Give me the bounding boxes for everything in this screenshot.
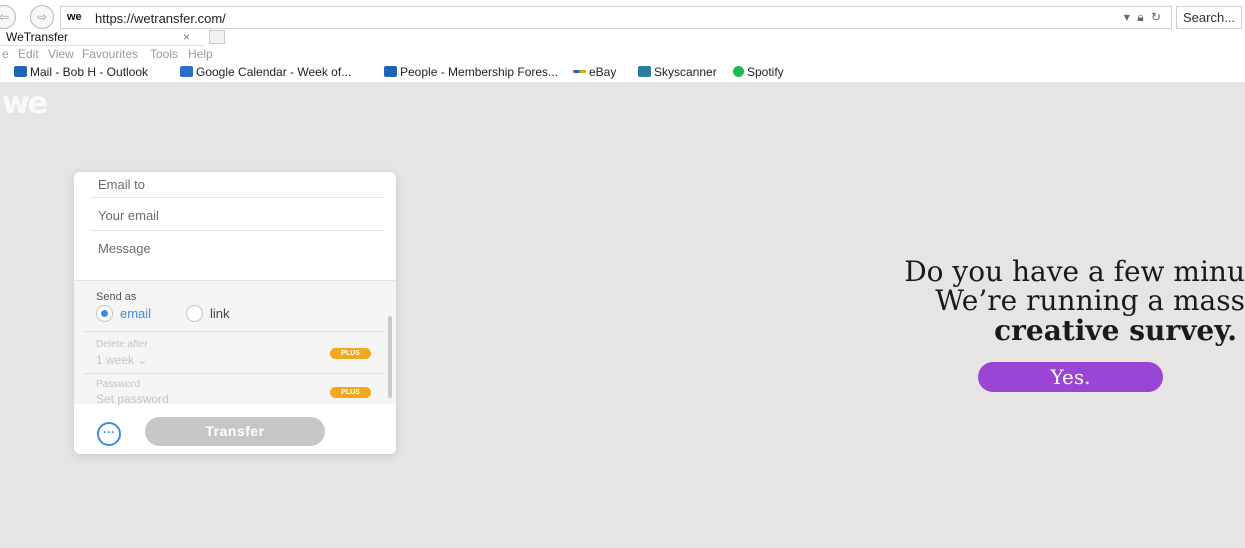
- message-field[interactable]: Message: [98, 241, 384, 256]
- menu-favourites[interactable]: Favourites: [82, 47, 138, 61]
- address-bar-controls: ▾ 🔒︎ ↻: [1124, 10, 1161, 25]
- favorite-label: Spotify: [747, 65, 784, 79]
- tab-title: WeTransfer: [6, 30, 69, 44]
- address-bar-row: ⇦ ⇨ we https://wetransfer.com/ ▾ 🔒︎ ↻ Se…: [0, 0, 1245, 30]
- email-to-field[interactable]: Email to: [98, 177, 384, 192]
- transfer-button[interactable]: Transfer: [145, 417, 325, 446]
- menu-tools[interactable]: Tools: [150, 47, 178, 61]
- lock-icon[interactable]: 🔒︎: [1137, 10, 1143, 24]
- divider: [84, 331, 384, 332]
- transfer-options: Send as email link Delete after 1 week ⌄…: [74, 280, 396, 406]
- back-icon[interactable]: ⇦: [0, 5, 16, 29]
- yes-button[interactable]: Yes.: [978, 362, 1163, 392]
- menu-file[interactable]: e: [2, 47, 9, 61]
- favorite-label: eBay: [589, 65, 617, 79]
- ebay-icon: [573, 70, 586, 73]
- site-favicon-icon: we: [67, 11, 82, 23]
- plus-badge[interactable]: PLUS: [330, 348, 371, 359]
- your-email-field[interactable]: Your email: [98, 208, 384, 223]
- radio-selected-indicator: [101, 310, 108, 317]
- spotify-icon: [733, 66, 744, 77]
- promo-line-1: Do you have a few minu: [904, 255, 1245, 288]
- tab-wetransfer[interactable]: WeTransfer ×: [0, 30, 205, 46]
- outlook-icon: [14, 66, 27, 77]
- promo-line-3: creative survey.: [994, 314, 1237, 347]
- send-as-email-label[interactable]: email: [120, 306, 151, 321]
- wetransfer-logo[interactable]: we: [2, 86, 48, 121]
- send-as-email-radio[interactable]: [96, 305, 113, 322]
- delete-after-value: 1 week: [96, 353, 135, 367]
- password-label: Password: [96, 379, 140, 390]
- forward-icon[interactable]: ⇨: [30, 5, 54, 29]
- plus-badge[interactable]: PLUS: [330, 387, 371, 398]
- divider: [90, 230, 384, 231]
- favorites-bar: Mail - Bob H - Outlook Google Calendar -…: [0, 63, 1245, 82]
- transfer-panel: Email to Your email Message Send as emai…: [74, 172, 396, 454]
- favorite-label: Skyscanner: [654, 65, 717, 79]
- menu-edit[interactable]: Edit: [18, 47, 39, 61]
- page-content: we Email to Your email Message Send as e…: [0, 82, 1245, 548]
- favorite-label: Google Calendar - Week of...: [196, 65, 352, 79]
- address-bar[interactable]: we https://wetransfer.com/ ▾ 🔒︎ ↻: [60, 6, 1172, 29]
- skyscanner-icon: [638, 66, 651, 77]
- favorite-google-calendar[interactable]: Google Calendar - Week of...: [180, 65, 351, 79]
- favorite-outlook-mail[interactable]: Mail - Bob H - Outlook: [14, 65, 148, 79]
- new-tab-icon[interactable]: [209, 30, 225, 44]
- favorite-label: Mail - Bob H - Outlook: [30, 65, 149, 79]
- send-as-link-radio[interactable]: [186, 305, 203, 322]
- promo-line-2: We’re running a mass: [935, 284, 1245, 317]
- send-as-label: Send as: [96, 291, 137, 303]
- favorite-people[interactable]: People - Membership Fores...: [384, 65, 558, 79]
- delete-after-select[interactable]: 1 week ⌄: [96, 353, 147, 367]
- search-input[interactable]: Search...: [1176, 6, 1242, 29]
- favorite-ebay[interactable]: eBay: [573, 65, 616, 79]
- more-options-button[interactable]: ···: [97, 422, 121, 446]
- chevron-down-icon: ⌄: [137, 353, 148, 367]
- password-field[interactable]: Set password: [96, 392, 169, 406]
- delete-after-label: Delete after: [96, 339, 148, 350]
- refresh-icon[interactable]: ↻: [1151, 10, 1161, 24]
- scrollbar[interactable]: [388, 316, 392, 398]
- favorite-spotify[interactable]: Spotify: [733, 65, 784, 79]
- dropdown-icon[interactable]: ▾: [1124, 10, 1130, 24]
- tab-strip: WeTransfer ×: [0, 30, 1245, 46]
- favorite-skyscanner[interactable]: Skyscanner: [638, 65, 717, 79]
- url-text[interactable]: https://wetransfer.com/: [95, 11, 226, 26]
- favorite-label: People - Membership Fores...: [400, 65, 559, 79]
- menu-help[interactable]: Help: [188, 47, 213, 61]
- outlook-icon: [384, 66, 397, 77]
- divider: [84, 373, 384, 374]
- divider: [90, 197, 384, 198]
- send-as-link-label[interactable]: link: [210, 306, 230, 321]
- calendar-icon: [180, 66, 193, 77]
- menu-bar: e Edit View Favourites Tools Help: [0, 46, 1245, 63]
- survey-promo: Do you have a few minu We’re running a m…: [790, 257, 1245, 346]
- menu-view[interactable]: View: [48, 47, 74, 61]
- close-icon[interactable]: ×: [183, 30, 190, 44]
